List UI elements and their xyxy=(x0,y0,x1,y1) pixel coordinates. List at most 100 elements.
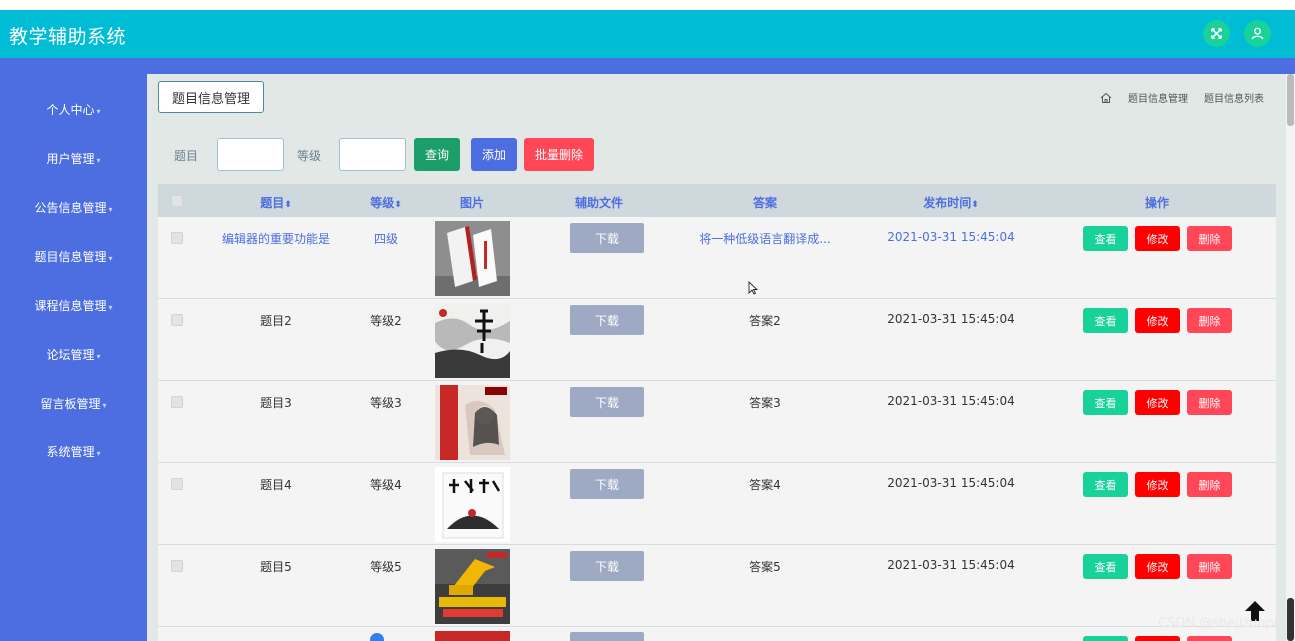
delete-button[interactable]: 删除 xyxy=(1187,472,1232,497)
cover-image xyxy=(435,467,510,542)
cell-level: 等级2 xyxy=(370,314,402,328)
sort-icon[interactable]: ⬍ xyxy=(971,200,979,210)
page-title-tab[interactable]: 题目信息管理 xyxy=(158,81,264,113)
header-file: 辅助文件 xyxy=(574,196,624,210)
sidebar-item-label: 用户管理 xyxy=(46,152,95,166)
cover-image xyxy=(435,221,510,296)
view-button[interactable]: 查看 xyxy=(1083,390,1128,415)
header-time[interactable]: 发布时间⬍ xyxy=(923,194,979,211)
delete-button[interactable]: 删除 xyxy=(1187,390,1232,415)
watermark: CSDN @shejizuopin xyxy=(1158,616,1286,631)
view-button[interactable] xyxy=(1083,636,1128,641)
query-button[interactable]: 查询 xyxy=(414,138,460,171)
cell-time: 2021-03-31 15:45:04 xyxy=(887,230,1015,244)
sidebar-item-label: 系统管理 xyxy=(46,445,95,459)
download-button[interactable]: 下载 xyxy=(570,223,644,253)
sidebar-item-label: 个人中心 xyxy=(46,103,95,117)
scrollbar-thumb-lower[interactable] xyxy=(1287,598,1294,641)
questions-table: 题目⬍ 等级⬍ 图片 辅助文件 答案 发布时间⬍ 操作 编辑器的重要功能是 四级 xyxy=(158,184,1276,641)
download-button[interactable] xyxy=(570,632,644,641)
view-button[interactable]: 查看 xyxy=(1083,472,1128,497)
table-row: 题目2 等级2 下载 答案2 2021-03-31 15:45:04 查看 修改… xyxy=(158,299,1276,381)
level-filter-input[interactable] xyxy=(339,138,406,171)
cover-image xyxy=(435,303,510,378)
header-strip xyxy=(0,58,1295,74)
download-button[interactable]: 下载 xyxy=(570,469,644,499)
sidebar-item-message-board[interactable]: 留言板管理 ▾ xyxy=(0,395,147,412)
view-button[interactable]: 查看 xyxy=(1083,226,1128,251)
breadcrumb: 题目信息管理 题目信息列表 xyxy=(1100,90,1264,105)
download-button[interactable]: 下载 xyxy=(570,551,644,581)
scroll-indicator xyxy=(370,633,384,641)
table-row: 题目3 等级3 下载 答案3 2021-03-31 15:45:04 查看 修改… xyxy=(158,381,1276,463)
table-row: 题目5 等级5 下载 答案5 2021-03-31 15:45:04 查看 修改… xyxy=(158,545,1276,627)
home-icon[interactable] xyxy=(1100,92,1112,104)
cell-title: 题目3 xyxy=(260,396,292,410)
cell-level: 四级 xyxy=(373,232,399,246)
cell-title: 题目5 xyxy=(260,560,292,574)
sort-icon[interactable]: ⬍ xyxy=(394,200,402,210)
cell-time: 2021-03-31 15:45:04 xyxy=(887,312,1015,326)
edit-button[interactable]: 修改 xyxy=(1135,308,1180,333)
cell-level: 等级3 xyxy=(370,396,402,410)
cover-image xyxy=(435,549,510,624)
sidebar-item-announcements[interactable]: 公告信息管理 ▾ xyxy=(0,199,147,216)
cell-time: 2021-03-31 15:45:04 xyxy=(887,476,1015,490)
cell-level: 等级5 xyxy=(370,560,402,574)
sidebar-item-questions[interactable]: 题目信息管理 ▾ xyxy=(0,248,147,265)
caret-down-icon: ▾ xyxy=(96,352,101,361)
header-answer: 答案 xyxy=(752,196,778,210)
app-header: 教学辅助系统 xyxy=(0,10,1295,58)
row-checkbox[interactable] xyxy=(171,314,183,326)
header-level[interactable]: 等级⬍ xyxy=(370,194,402,211)
breadcrumb-level1[interactable]: 题目信息管理 xyxy=(1128,90,1188,105)
cell-title: 编辑器的重要功能是 xyxy=(221,232,331,246)
title-filter-label: 题目 xyxy=(174,149,199,163)
fullscreen-icon xyxy=(1211,28,1222,39)
row-checkbox[interactable] xyxy=(171,396,183,408)
caret-down-icon: ▾ xyxy=(108,303,113,312)
delete-button[interactable]: 删除 xyxy=(1187,226,1232,251)
caret-down-icon: ▾ xyxy=(108,205,113,214)
caret-down-icon: ▾ xyxy=(96,449,101,458)
download-button[interactable]: 下载 xyxy=(570,387,644,417)
row-checkbox[interactable] xyxy=(171,560,183,572)
edit-button[interactable]: 修改 xyxy=(1135,226,1180,251)
edit-button[interactable]: 修改 xyxy=(1135,390,1180,415)
fullscreen-button[interactable] xyxy=(1203,20,1230,47)
download-button[interactable]: 下载 xyxy=(570,305,644,335)
cell-answer: 答案4 xyxy=(749,478,781,492)
batch-delete-button[interactable]: 批量删除 xyxy=(524,138,594,171)
view-button[interactable]: 查看 xyxy=(1083,554,1128,579)
select-all-checkbox[interactable] xyxy=(171,195,183,207)
edit-button[interactable] xyxy=(1135,636,1180,641)
scrollbar-thumb[interactable] xyxy=(1287,74,1294,126)
level-filter-label: 等级 xyxy=(297,149,322,163)
add-button[interactable]: 添加 xyxy=(471,138,517,171)
header-actions: 操作 xyxy=(1144,196,1170,210)
cover-image xyxy=(435,385,510,460)
delete-button[interactable]: 删除 xyxy=(1187,554,1232,579)
user-button[interactable] xyxy=(1244,20,1271,47)
row-checkbox[interactable] xyxy=(171,232,183,244)
sidebar-item-forum[interactable]: 论坛管理 ▾ xyxy=(0,346,147,363)
sidebar-item-label: 课程信息管理 xyxy=(34,299,107,313)
header-title[interactable]: 题目⬍ xyxy=(260,194,292,211)
page-scrollbar[interactable] xyxy=(1286,74,1295,641)
edit-button[interactable]: 修改 xyxy=(1135,472,1180,497)
sidebar-item-label: 题目信息管理 xyxy=(34,250,107,264)
sort-icon[interactable]: ⬍ xyxy=(284,200,292,210)
sidebar-item-personal-center[interactable]: 个人中心 ▾ xyxy=(0,101,147,118)
cell-title: 题目2 xyxy=(260,314,292,328)
edit-button[interactable]: 修改 xyxy=(1135,554,1180,579)
delete-button[interactable] xyxy=(1187,636,1232,641)
delete-button[interactable]: 删除 xyxy=(1187,308,1232,333)
view-button[interactable]: 查看 xyxy=(1083,308,1128,333)
cell-time: 2021-03-31 15:45:04 xyxy=(887,394,1015,408)
row-checkbox[interactable] xyxy=(171,478,183,490)
title-filter-input[interactable] xyxy=(217,138,284,171)
sidebar-item-users[interactable]: 用户管理 ▾ xyxy=(0,150,147,167)
sidebar-item-courses[interactable]: 课程信息管理 ▾ xyxy=(0,297,147,314)
sidebar-item-system[interactable]: 系统管理 ▾ xyxy=(0,443,147,460)
cover-image xyxy=(435,631,510,641)
